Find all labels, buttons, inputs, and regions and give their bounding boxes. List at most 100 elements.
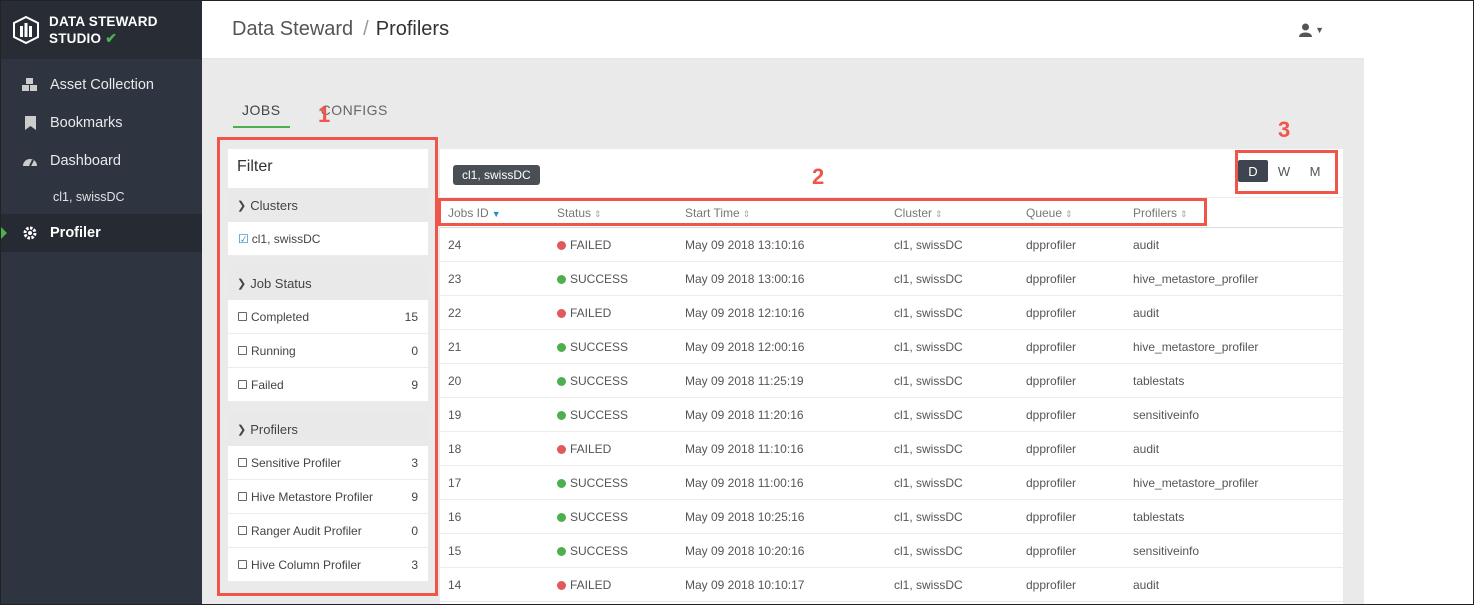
queue-cell: dpprofiler <box>1026 465 1133 500</box>
start-time-cell: May 09 2018 10:20:16 <box>685 533 894 568</box>
cluster-cell: cl1, swissDC <box>894 329 1026 364</box>
profiler-cell: audit <box>1133 295 1343 330</box>
status-cell: SUCCESS <box>557 363 685 398</box>
page-margin <box>1364 1 1473 604</box>
status-text: SUCCESS <box>570 339 629 354</box>
table-row[interactable]: 19 SUCCESS May 09 2018 11:20:16 cl1, swissD… <box>440 397 1343 432</box>
profiler-cell: hive_metastore_profiler <box>1133 329 1343 364</box>
sidebar-nav: Asset Collection Bookmarks Dashboard cl1… <box>1 66 202 252</box>
user-menu[interactable]: ▼ <box>1299 23 1324 37</box>
status-dot-icon <box>557 580 566 590</box>
cluster-cell: cl1, swissDC <box>894 295 1026 330</box>
brand-title: DATA STEWARD <box>49 14 158 29</box>
cluster-cell: cl1, swissDC <box>894 397 1026 432</box>
job-id-cell: 24 <box>440 227 557 262</box>
job-id-cell: 22 <box>440 295 557 330</box>
status-dot-icon <box>557 512 566 522</box>
status-cell: FAILED <box>557 295 685 330</box>
profiler-cell: audit <box>1133 567 1343 602</box>
cluster-cell: cl1, swissDC <box>894 227 1026 262</box>
status-text: FAILED <box>570 237 612 252</box>
queue-cell: dpprofiler <box>1026 431 1133 466</box>
table-row[interactable]: 14 FAILED May 09 2018 10:10:17 cl1, swissDC… <box>440 567 1343 602</box>
profiler-cell: tablestats <box>1133 363 1343 398</box>
sidebar-item-asset-collection[interactable]: Asset Collection <box>1 66 202 104</box>
logo-icon <box>13 16 39 44</box>
annotation-label: 1 <box>318 102 331 127</box>
job-id-cell: 20 <box>440 363 557 398</box>
sidebar-item-label: Profiler <box>50 225 101 241</box>
table-row[interactable]: 17 SUCCESS May 09 2018 11:00:16 cl1, swissD… <box>440 465 1343 500</box>
cluster-chip[interactable]: cl1, swissDC <box>453 165 540 185</box>
queue-cell: dpprofiler <box>1026 397 1133 432</box>
profiler-cell: audit <box>1133 227 1343 262</box>
queue-cell: dpprofiler <box>1026 261 1133 296</box>
start-time-cell: May 09 2018 10:10:17 <box>685 567 894 602</box>
queue-cell: dpprofiler <box>1026 363 1133 398</box>
cluster-cell: cl1, swissDC <box>894 533 1026 568</box>
start-time-cell: May 09 2018 13:00:16 <box>685 261 894 296</box>
job-id-cell: 19 <box>440 397 557 432</box>
status-cell: SUCCESS <box>557 329 685 364</box>
status-dot-icon <box>557 478 566 488</box>
profiler-cell: tablestats <box>1133 499 1343 534</box>
sidebar-item-label: Bookmarks <box>50 115 123 131</box>
queue-cell: dpprofiler <box>1026 227 1133 262</box>
status-text: SUCCESS <box>570 475 629 490</box>
status-dot-icon <box>557 240 566 250</box>
status-dot-icon <box>557 342 566 352</box>
start-time-cell: May 09 2018 12:10:16 <box>685 295 894 330</box>
start-time-cell: May 09 2018 11:10:16 <box>685 431 894 466</box>
table-row[interactable]: 18 FAILED May 09 2018 11:10:16 cl1, swissDC… <box>440 431 1343 466</box>
breadcrumb-separator: / <box>363 18 369 40</box>
status-text: SUCCESS <box>570 509 629 524</box>
table-row[interactable]: 22 FAILED May 09 2018 12:10:16 cl1, swissDC… <box>440 295 1343 330</box>
status-text: FAILED <box>570 441 612 456</box>
table-row[interactable]: 24 FAILED May 09 2018 13:10:16 cl1, swissDC… <box>440 227 1343 262</box>
table-row[interactable]: 15 SUCCESS May 09 2018 10:20:16 cl1, swissD… <box>440 533 1343 568</box>
table-row[interactable]: 23 SUCCESS May 09 2018 13:00:16 cl1, swissD… <box>440 261 1343 296</box>
sidebar-item-profiler[interactable]: Profiler <box>1 214 202 252</box>
status-dot-icon <box>557 546 566 556</box>
sidebar-item-bookmarks[interactable]: Bookmarks <box>1 104 202 142</box>
status-cell: FAILED <box>557 431 685 466</box>
gear-icon <box>22 225 38 241</box>
queue-cell: dpprofiler <box>1026 533 1133 568</box>
sidebar: DATA STEWARD STUDIO ✔ Asset Collection Bo… <box>1 1 202 604</box>
annotation-box-columns <box>438 198 1207 226</box>
brand-subtitle: STUDIO <box>49 31 102 46</box>
status-text: FAILED <box>570 577 612 592</box>
table-row[interactable]: 16 SUCCESS May 09 2018 10:25:16 cl1, swissD… <box>440 499 1343 534</box>
top-header: Data Steward / Profilers ▼ <box>202 1 1364 59</box>
annotation-box-filter <box>217 137 438 596</box>
start-time-cell: May 09 2018 11:00:16 <box>685 465 894 500</box>
profiler-cell: hive_metastore_profiler <box>1133 261 1343 296</box>
cluster-cell: cl1, swissDC <box>894 431 1026 466</box>
user-icon <box>1299 23 1313 37</box>
start-time-cell: May 09 2018 10:25:16 <box>685 499 894 534</box>
breadcrumb: Data Steward / Profilers <box>232 18 449 41</box>
job-id-cell: 17 <box>440 465 557 500</box>
breadcrumb-parent[interactable]: Data Steward <box>232 18 353 40</box>
jobs-table-body: 24 FAILED May 09 2018 13:10:16 cl1, swissDC… <box>440 227 1343 602</box>
job-id-cell: 16 <box>440 499 557 534</box>
sidebar-subitem-cluster[interactable]: cl1, swissDC <box>1 180 202 214</box>
sidebar-item-dashboard[interactable]: Dashboard <box>1 142 202 180</box>
status-cell: FAILED <box>557 567 685 602</box>
table-row[interactable]: 21 SUCCESS May 09 2018 12:00:16 cl1, swissD… <box>440 329 1343 364</box>
tab-jobs[interactable]: JOBS <box>233 99 290 128</box>
status-dot-icon <box>557 444 566 454</box>
job-id-cell: 18 <box>440 431 557 466</box>
table-row[interactable]: 20 SUCCESS May 09 2018 11:25:19 cl1, swissD… <box>440 363 1343 398</box>
job-id-cell: 21 <box>440 329 557 364</box>
start-time-cell: May 09 2018 13:10:16 <box>685 227 894 262</box>
start-time-cell: May 09 2018 11:25:19 <box>685 363 894 398</box>
cluster-cell: cl1, swissDC <box>894 465 1026 500</box>
check-icon: ✔ <box>105 30 118 46</box>
status-text: SUCCESS <box>570 543 629 558</box>
breadcrumb-current: Profilers <box>375 18 450 40</box>
dashboard-icon <box>22 153 38 169</box>
status-dot-icon <box>557 410 566 420</box>
brand[interactable]: DATA STEWARD STUDIO ✔ <box>1 1 202 59</box>
status-dot-icon <box>557 308 566 318</box>
